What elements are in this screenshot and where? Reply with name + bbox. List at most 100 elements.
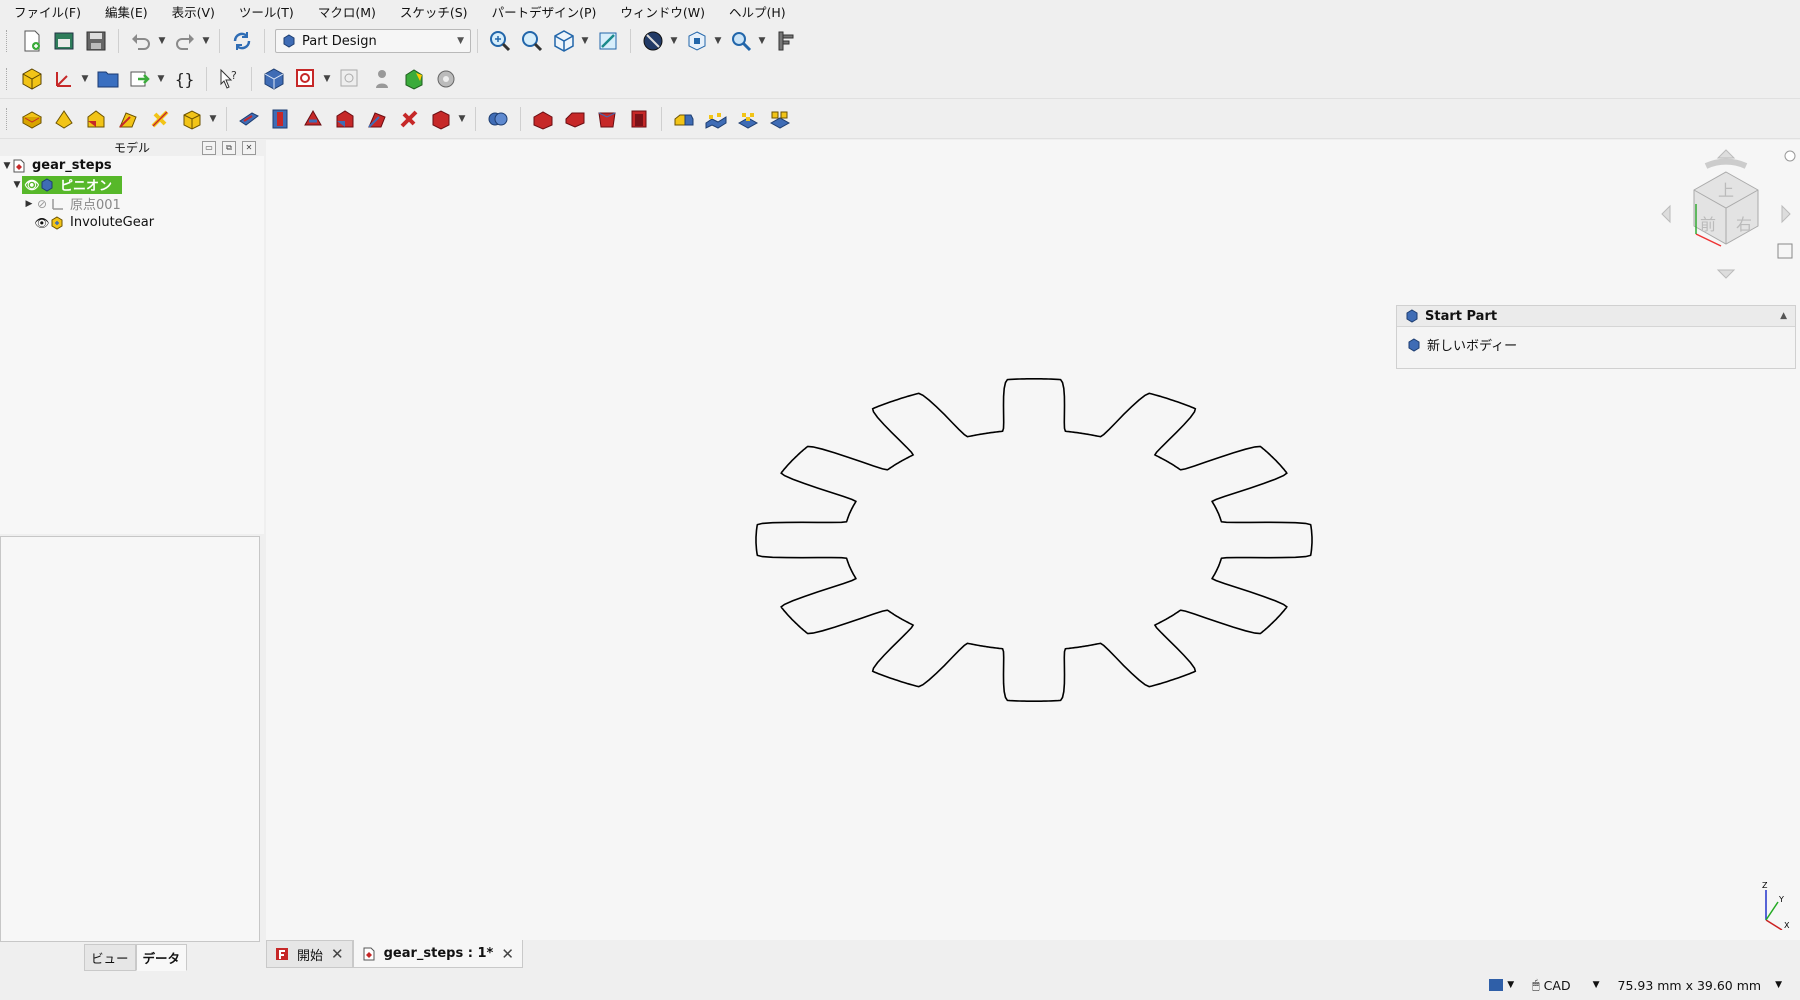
additive-helix-button[interactable] [146, 105, 174, 133]
menu-part-design[interactable]: パートデザイン(P) [478, 2, 607, 21]
collapse-caret-icon[interactable]: ▲ [1780, 311, 1787, 321]
datum-button[interactable] [50, 65, 78, 93]
additive-primitive-dropdown[interactable]: ▼ [208, 105, 218, 133]
tree-row-document[interactable]: ▼ gear_steps [0, 156, 264, 175]
boolean-button[interactable] [484, 105, 512, 133]
menu-tools[interactable]: ツール(T) [225, 2, 304, 21]
shape-binder-button[interactable] [368, 65, 396, 93]
toolbar-grip[interactable] [6, 108, 10, 130]
pad-button[interactable] [18, 105, 46, 133]
polar-pattern-button[interactable] [734, 105, 762, 133]
toolbar-grip[interactable] [6, 68, 10, 90]
tree-row-body[interactable]: ▼ 👁 ピニオン [0, 175, 264, 194]
whats-this-button[interactable]: ? [215, 65, 243, 93]
menu-help[interactable]: ヘルプ(H) [715, 2, 796, 21]
bounding-box-dropdown[interactable]: ▼ [713, 27, 723, 55]
bounding-box-button[interactable] [683, 27, 711, 55]
additive-primitive-button[interactable] [178, 105, 206, 133]
sub-shape-binder-button[interactable] [400, 65, 428, 93]
menu-macro[interactable]: マクロ(M) [304, 2, 386, 21]
revolution-button[interactable] [50, 105, 78, 133]
multi-transform-button[interactable] [766, 105, 794, 133]
fillet-button[interactable] [529, 105, 557, 133]
link-button[interactable] [126, 65, 154, 93]
draw-style-dropdown[interactable]: ▼ [669, 27, 679, 55]
fit-all-button[interactable] [486, 27, 514, 55]
task-panel-header[interactable]: Start Part ▲ [1397, 306, 1795, 327]
workbench-selector[interactable]: Part Design ▼ [275, 29, 471, 53]
toolbar-grip[interactable] [6, 30, 10, 52]
pocket-button[interactable] [235, 105, 263, 133]
navigation-cube[interactable]: 上 前 右 [1656, 144, 1796, 284]
tree-row-gear[interactable]: 👁 InvoluteGear [0, 213, 264, 232]
new-document-button[interactable] [18, 27, 46, 55]
expand-arrow-icon[interactable]: ▼ [12, 180, 22, 190]
float-panel-button[interactable]: ⧉ [222, 141, 236, 155]
fit-selection-button[interactable] [518, 27, 546, 55]
navigation-style-status[interactable]: 🖱 CAD ▼ [1532, 977, 1599, 993]
measure-tool-button[interactable] [771, 27, 799, 55]
save-button[interactable] [82, 27, 110, 55]
subtractive-helix-button[interactable] [395, 105, 423, 133]
close-icon[interactable]: ✕ [501, 945, 514, 963]
tab-start[interactable]: 開始 ✕ [266, 940, 353, 968]
menu-file[interactable]: ファイル(F) [0, 2, 91, 21]
menu-window[interactable]: ウィンドウ(W) [606, 2, 715, 21]
link-dropdown[interactable]: ▼ [156, 65, 166, 93]
datum-dropdown[interactable]: ▼ [80, 65, 90, 93]
tree-row-origin[interactable]: ▶ ⊘ 原点001 [0, 194, 264, 214]
measure-dropdown[interactable]: ▼ [757, 27, 767, 55]
hole-button[interactable] [267, 105, 295, 133]
create-part-button[interactable] [18, 65, 46, 93]
redo-button[interactable] [171, 27, 199, 55]
group-button[interactable] [94, 65, 122, 93]
draft-button[interactable] [593, 105, 621, 133]
groove-button[interactable] [299, 105, 327, 133]
thickness-button[interactable] [625, 105, 653, 133]
clone-button[interactable] [432, 65, 460, 93]
subtractive-primitive-button[interactable] [427, 105, 455, 133]
redo-dropdown[interactable]: ▼ [201, 27, 211, 55]
expand-arrow-icon[interactable]: ▶ [24, 199, 34, 209]
variable-set-button[interactable]: {} [170, 65, 198, 93]
standard-views-dropdown[interactable]: ▼ [580, 27, 590, 55]
new-body-button[interactable] [260, 65, 288, 93]
additive-loft-button[interactable] [82, 105, 110, 133]
eye-hidden-icon[interactable]: ⊘ [34, 197, 50, 211]
refresh-button[interactable] [228, 27, 256, 55]
subtractive-pipe-button[interactable] [363, 105, 391, 133]
close-icon[interactable]: ✕ [331, 945, 344, 963]
standard-views-button[interactable] [550, 27, 578, 55]
3d-viewport[interactable]: 上 前 右 Start Part ▲ 新しいボディー Z Y X [266, 140, 1800, 940]
undo-dropdown[interactable]: ▼ [157, 27, 167, 55]
draw-style-button[interactable] [639, 27, 667, 55]
measure-button[interactable] [727, 27, 755, 55]
menu-view[interactable]: 表示(V) [158, 2, 225, 21]
eye-icon[interactable]: 👁 [34, 216, 50, 230]
chamfer-button[interactable] [561, 105, 589, 133]
additive-pipe-button[interactable] [114, 105, 142, 133]
linear-pattern-button[interactable] [702, 105, 730, 133]
menu-edit[interactable]: 編集(E) [91, 2, 158, 21]
open-document-button[interactable] [50, 27, 78, 55]
menu-sketch[interactable]: スケッチ(S) [386, 2, 478, 21]
sketch-dropdown[interactable]: ▼ [322, 65, 332, 93]
draw-style-status[interactable]: ▼ [1489, 979, 1514, 991]
collapse-panel-button[interactable]: ▭ [202, 141, 216, 155]
subtractive-primitive-dropdown[interactable]: ▼ [457, 105, 467, 133]
undo-button[interactable] [127, 27, 155, 55]
create-sketch-button[interactable] [292, 65, 320, 93]
eye-icon[interactable]: 👁 [24, 178, 40, 192]
sync-view-button[interactable] [594, 27, 622, 55]
new-body-task[interactable]: 新しいボディー [1397, 327, 1795, 362]
tab-document[interactable]: gear_steps : 1* ✕ [352, 940, 523, 968]
subtractive-loft-button[interactable] [331, 105, 359, 133]
expand-arrow-icon[interactable]: ▼ [2, 161, 12, 171]
close-panel-button[interactable]: ✕ [242, 141, 256, 155]
tab-view[interactable]: ビュー [84, 944, 136, 971]
validate-sketch-button[interactable] [336, 65, 364, 93]
involute-gear-outline[interactable] [755, 378, 1313, 702]
axis-x-label: X [1784, 921, 1790, 930]
mirrored-button[interactable] [670, 105, 698, 133]
tab-data[interactable]: データ [135, 944, 188, 971]
